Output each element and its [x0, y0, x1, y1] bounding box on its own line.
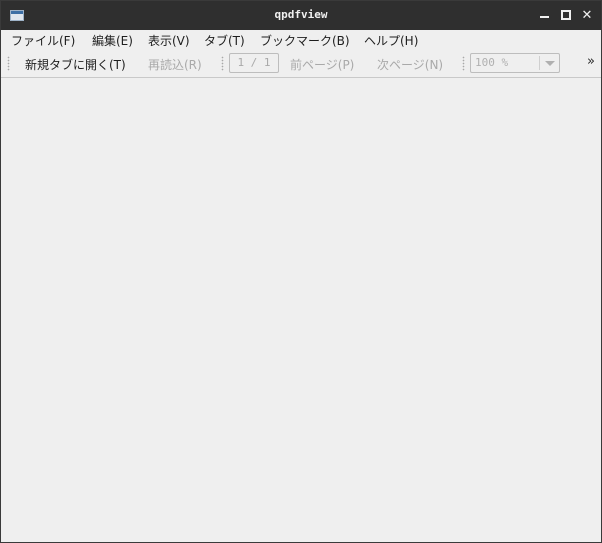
close-icon[interactable]: ✕	[580, 8, 594, 22]
menu-help[interactable]: ヘルプ(H)	[364, 32, 418, 49]
menu-bar: ファイル(F) 編集(E) 表示(V) タブ(T) ブックマーク(B) ヘルプ(…	[1, 30, 601, 48]
toolbar-overflow-icon[interactable]: »	[587, 54, 595, 69]
next-page-button[interactable]: 次ページ(N)	[377, 56, 443, 73]
toolbar-grip-handle[interactable]	[221, 56, 224, 71]
previous-page-button[interactable]: 前ページ(P)	[290, 56, 354, 73]
chevron-down-icon[interactable]	[545, 61, 555, 66]
document-view-area[interactable]	[1, 78, 601, 542]
page-number-field[interactable]: 1 / 1	[229, 53, 279, 73]
qpdfview-window: qpdfview ✕ ファイル(F) 編集(E) 表示(V) タブ(T) ブック…	[0, 0, 602, 543]
minimize-icon[interactable]	[537, 8, 551, 22]
menu-tab[interactable]: タブ(T)	[204, 32, 245, 49]
toolbar-grip-handle[interactable]	[7, 56, 10, 71]
zoom-value: 100 %	[475, 56, 509, 69]
toolbar-grip-handle[interactable]	[462, 56, 465, 71]
toolbar: 新規タブに開く(T) 再読込(R) 1 / 1 前ページ(P) 次ページ(N) …	[1, 49, 601, 78]
reload-button[interactable]: 再読込(R)	[148, 56, 202, 73]
zoom-combobox[interactable]: 100 %	[470, 53, 560, 73]
menu-file[interactable]: ファイル(F)	[11, 32, 75, 49]
maximize-icon[interactable]	[559, 8, 573, 22]
window-title: qpdfview	[274, 8, 328, 21]
menu-bookmark[interactable]: ブックマーク(B)	[260, 32, 350, 49]
open-in-new-tab-button[interactable]: 新規タブに開く(T)	[25, 56, 126, 73]
menu-view[interactable]: 表示(V)	[148, 32, 190, 49]
zoom-divider	[539, 56, 540, 70]
menu-edit[interactable]: 編集(E)	[92, 32, 133, 49]
title-bar: qpdfview ✕	[1, 1, 601, 30]
